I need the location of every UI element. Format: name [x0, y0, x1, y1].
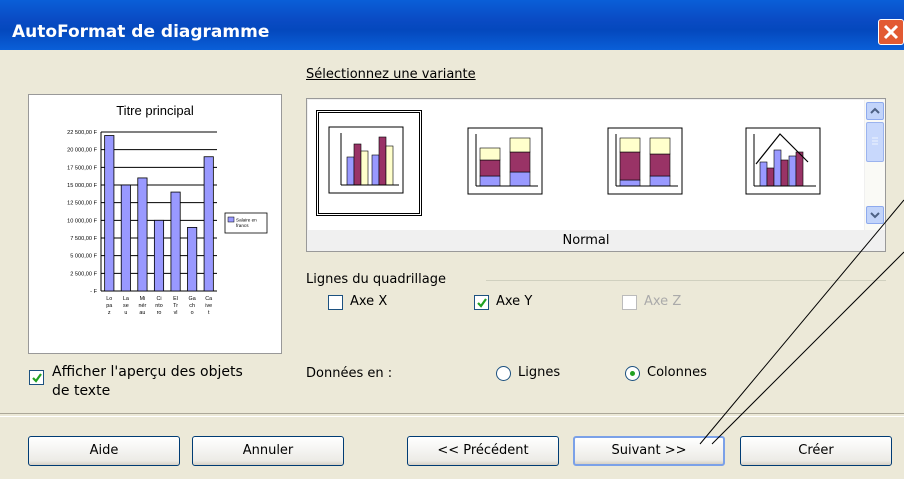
- annotation-lines: [699, 199, 904, 445]
- autoformat-dialog: AutoFormat de diagramme Titre principal …: [0, 0, 904, 479]
